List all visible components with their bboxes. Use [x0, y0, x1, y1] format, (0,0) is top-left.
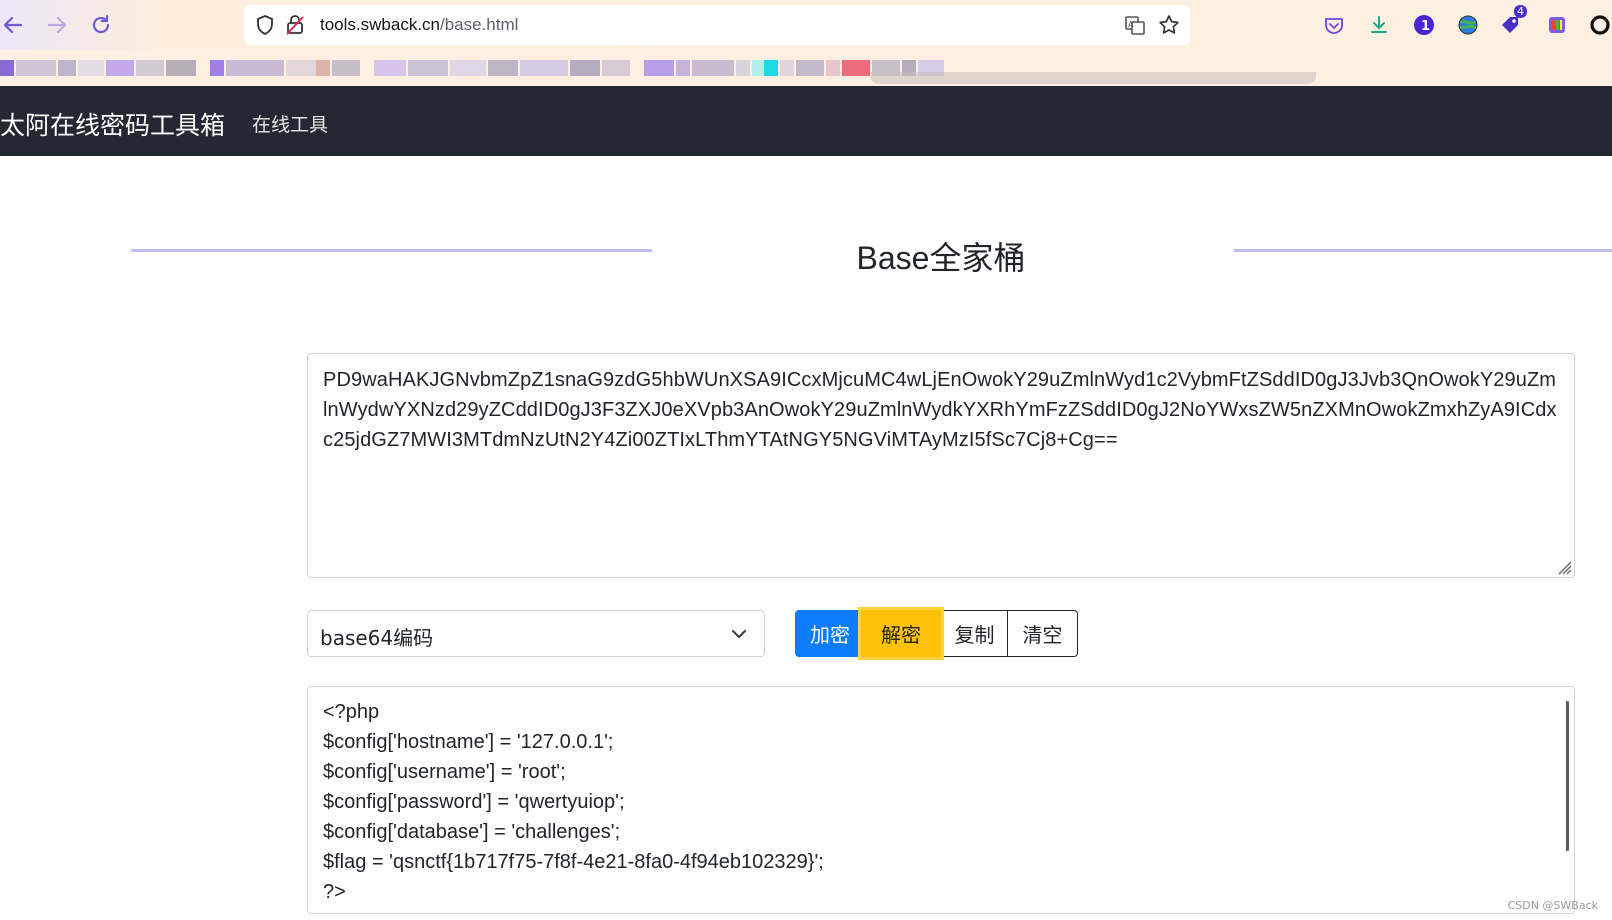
- chevron-down-icon: [732, 630, 746, 638]
- site-navbar: 太阿在线密码工具箱 在线工具: [0, 86, 1612, 156]
- pocket-icon[interactable]: [1322, 13, 1346, 37]
- reload-icon: [92, 14, 110, 34]
- url-host: tools.swback.cn: [320, 15, 440, 34]
- output-line: $config['hostname'] = '127.0.0.1';: [323, 731, 614, 753]
- browser-toolbar: tools.swback.cn/base.html A 1 4: [0, 0, 1612, 50]
- resize-handle-icon[interactable]: [1556, 559, 1572, 575]
- reload-button[interactable]: [86, 10, 116, 40]
- extension-badge: 4: [1514, 5, 1527, 18]
- title-divider-left: [131, 249, 652, 252]
- url-text: tools.swback.cn/base.html: [320, 15, 518, 35]
- account-icon[interactable]: [1588, 13, 1612, 37]
- output-line: $config['username'] = 'root';: [323, 761, 566, 783]
- output-line: $config['password'] = 'qwertyuiop';: [323, 791, 625, 813]
- site-brand[interactable]: 太阿在线密码工具箱: [0, 106, 225, 142]
- translate-icon[interactable]: A: [1124, 14, 1146, 36]
- watermark: CSDN @SWBack: [1507, 899, 1598, 912]
- page-title: Base全家桶: [856, 240, 1026, 276]
- encoding-select[interactable]: base64编码: [307, 610, 765, 657]
- output-line: $flag = 'qsnctf{1b717f75-7f8f-4e21-8fa0-…: [323, 851, 824, 873]
- svg-text:1: 1: [1421, 19, 1430, 34]
- tags-extension-icon[interactable]: 4: [1500, 5, 1527, 37]
- back-button[interactable]: [0, 10, 28, 40]
- output-line: $config['database'] = 'challenges';: [323, 821, 621, 843]
- bookmark-star-icon[interactable]: [1158, 14, 1180, 36]
- title-divider-right: [1234, 249, 1612, 252]
- back-arrow-icon: [3, 16, 23, 34]
- output-line: ?>: [323, 881, 346, 903]
- encrypt-button[interactable]: 加密: [795, 610, 865, 657]
- copy-button[interactable]: 复制: [940, 610, 1009, 657]
- encoding-select-value: base64编码: [320, 626, 434, 650]
- clear-button[interactable]: 清空: [1007, 610, 1078, 657]
- address-bar[interactable]: tools.swback.cn/base.html A: [244, 5, 1190, 45]
- input-text: PD9waHAKJGNvbmZpZ1snaG9zdG5hbWUnXSA9ICcx…: [323, 369, 1557, 451]
- bookmarks-toolbar: [0, 50, 1612, 86]
- decrypt-button[interactable]: 解密: [858, 607, 944, 660]
- svg-text:A: A: [1128, 20, 1134, 29]
- download-icon[interactable]: [1367, 13, 1391, 37]
- bookmarks-blur: [870, 72, 1316, 84]
- insecure-lock-icon[interactable]: [284, 14, 306, 36]
- password-manager-icon[interactable]: 1: [1412, 13, 1436, 37]
- input-textarea[interactable]: PD9waHAKJGNvbmZpZ1snaG9zdG5hbWUnXSA9ICcx…: [307, 353, 1575, 578]
- color-extension-icon[interactable]: [1545, 13, 1569, 37]
- globe-extension-icon[interactable]: [1456, 13, 1480, 37]
- nav-link-online-tools[interactable]: 在线工具: [252, 110, 328, 137]
- url-path: /base.html: [440, 15, 519, 34]
- output-textarea[interactable]: <?php $config['hostname'] = '127.0.0.1';…: [307, 686, 1575, 914]
- output-scrollbar[interactable]: [1566, 701, 1569, 851]
- pixelated-bookmarks: [0, 60, 1612, 76]
- output-line: <?php: [323, 701, 380, 723]
- forward-button[interactable]: [42, 10, 72, 40]
- shield-icon: [257, 15, 273, 35]
- forward-arrow-icon: [47, 16, 67, 34]
